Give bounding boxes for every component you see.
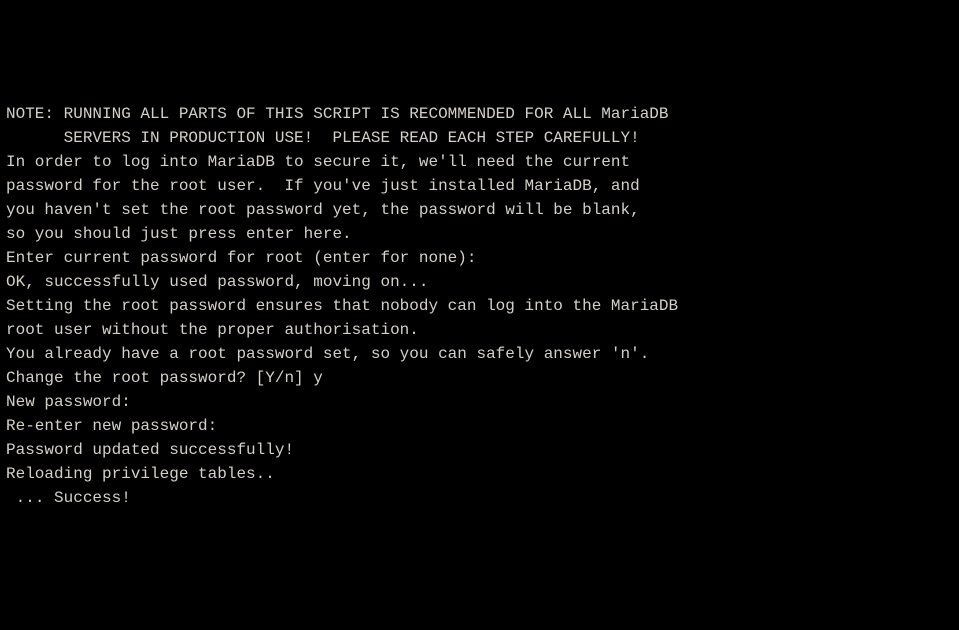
terminal-line: Setting the root password ensures that n… xyxy=(6,294,953,318)
terminal-line: ... Success! xyxy=(6,486,953,510)
terminal-line: you haven't set the root password yet, t… xyxy=(6,198,953,222)
terminal-line: In order to log into MariaDB to secure i… xyxy=(6,150,953,174)
terminal-line: root user without the proper authorisati… xyxy=(6,318,953,342)
terminal-line: SERVERS IN PRODUCTION USE! PLEASE READ E… xyxy=(6,126,953,150)
terminal-line: OK, successfully used password, moving o… xyxy=(6,270,953,294)
terminal-line: so you should just press enter here. xyxy=(6,222,953,246)
terminal-line: You already have a root password set, so… xyxy=(6,342,953,366)
terminal-line: Change the root password? [Y/n] y xyxy=(6,366,953,390)
terminal-line: Re-enter new password: xyxy=(6,414,953,438)
terminal-output: NOTE: RUNNING ALL PARTS OF THIS SCRIPT I… xyxy=(6,102,953,510)
terminal-line: NOTE: RUNNING ALL PARTS OF THIS SCRIPT I… xyxy=(6,102,953,126)
terminal-line: Password updated successfully! xyxy=(6,438,953,462)
terminal-line: Enter current password for root (enter f… xyxy=(6,246,953,270)
terminal-line: Reloading privilege tables.. xyxy=(6,462,953,486)
terminal-line: New password: xyxy=(6,390,953,414)
terminal-line: password for the root user. If you've ju… xyxy=(6,174,953,198)
